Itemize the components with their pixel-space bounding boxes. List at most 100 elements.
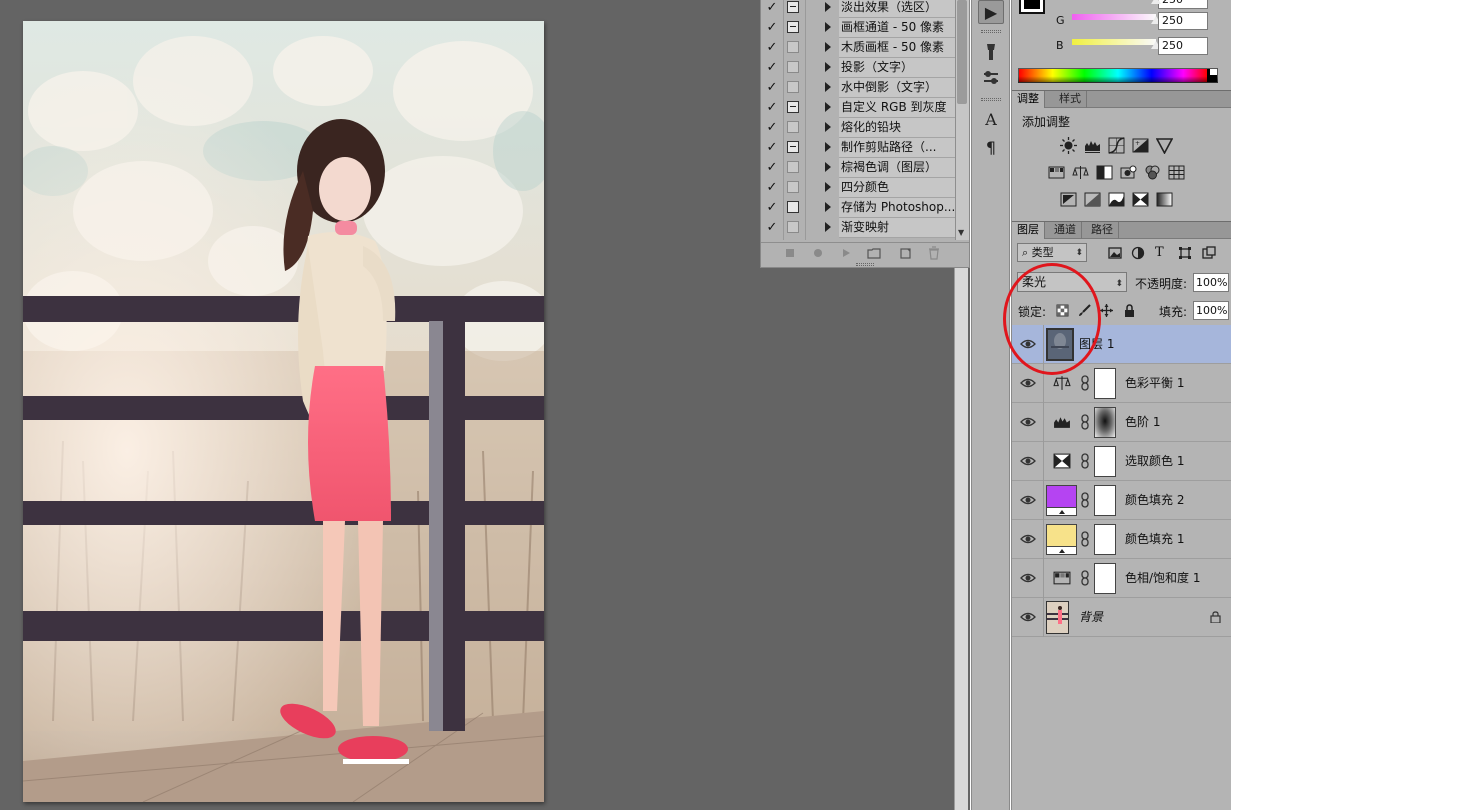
action-dialog-toggle[interactable] [787, 141, 799, 153]
mask-link-chain-icon[interactable] [1081, 492, 1089, 508]
expand-triangle-icon[interactable] [825, 82, 831, 92]
expand-triangle-icon[interactable] [825, 2, 831, 12]
action-dialog-toggle[interactable] [787, 181, 799, 193]
lock-all-icon[interactable] [1123, 304, 1136, 317]
tab-channels[interactable]: 通道 [1049, 222, 1082, 239]
curves-icon[interactable] [1108, 137, 1125, 154]
mask-link-chain-icon[interactable] [1081, 414, 1089, 430]
layer-mask-thumbnail[interactable] [1094, 446, 1116, 477]
expand-triangle-icon[interactable] [825, 202, 831, 212]
visibility-eye-icon[interactable] [1020, 609, 1036, 625]
layer-kind-filter-select[interactable]: ⌕ 类型 ⬍ [1017, 243, 1087, 262]
photo-filter-icon[interactable] [1120, 164, 1137, 181]
visibility-eye-icon[interactable] [1020, 453, 1036, 469]
visibility-eye-icon[interactable] [1020, 414, 1036, 430]
action-row[interactable]: ✓ 画框通道 - 50 像素 [761, 18, 955, 38]
layer-row-levels[interactable]: 色阶 1 [1012, 403, 1231, 442]
workspace-scrollbar[interactable] [954, 265, 968, 810]
mask-link-chain-icon[interactable] [1081, 453, 1089, 469]
lock-transparent-pixels-icon[interactable] [1056, 304, 1069, 317]
character-panel-icon[interactable]: A [978, 108, 1004, 132]
new-set-folder-icon[interactable] [867, 246, 881, 260]
paragraph-panel-icon[interactable]: ¶ [978, 136, 1004, 160]
layer-row-selective-color[interactable]: 选取颜色 1 [1012, 442, 1231, 481]
b-value-field[interactable]: 250 [1158, 37, 1208, 55]
action-dialog-toggle[interactable] [787, 201, 799, 213]
layer-mask-thumbnail[interactable] [1094, 524, 1116, 555]
action-row[interactable]: ✓ 制作剪贴路径（... [761, 138, 955, 158]
foreground-background-swatch[interactable] [1019, 0, 1045, 14]
shape-layer-filter-icon[interactable] [1178, 246, 1192, 260]
fill-color-thumbnail[interactable] [1046, 485, 1077, 516]
adjustment-layer-filter-icon[interactable] [1131, 246, 1145, 260]
lock-image-pixels-brush-icon[interactable] [1078, 304, 1091, 317]
action-row[interactable]: ✓ 熔化的铅块 [761, 118, 955, 138]
action-row[interactable]: ✓ 淡出效果（选区） [761, 0, 955, 18]
type-layer-filter-icon[interactable]: T [1155, 246, 1169, 260]
action-dialog-toggle[interactable] [787, 81, 799, 93]
brush-preset-icon[interactable] [978, 40, 1004, 64]
action-dialog-toggle[interactable] [787, 21, 799, 33]
action-enabled-check-icon[interactable]: ✓ [765, 60, 779, 76]
action-enabled-check-icon[interactable]: ✓ [765, 20, 779, 36]
tab-styles[interactable]: 样式 [1054, 91, 1087, 108]
tab-paths[interactable]: 路径 [1086, 222, 1119, 239]
layer-row-color-fill-2[interactable]: 颜色填充 2 [1012, 481, 1231, 520]
visibility-eye-icon[interactable] [1020, 375, 1036, 391]
actions-scrollbar-thumb[interactable] [957, 0, 967, 104]
action-row[interactable]: ✓ 棕褐色调（图层） [761, 158, 955, 178]
actions-panel-play-icon[interactable]: ▶ [978, 0, 1004, 24]
g-slider-track[interactable] [1072, 14, 1156, 20]
action-enabled-check-icon[interactable]: ✓ [765, 180, 779, 196]
expand-triangle-icon[interactable] [825, 142, 831, 152]
expand-triangle-icon[interactable] [825, 62, 831, 72]
scroll-down-arrow-icon[interactable]: ▼ [958, 228, 964, 237]
r-slider-knob[interactable] [1151, 0, 1161, 4]
channel-mixer-icon[interactable] [1144, 164, 1161, 181]
r-value-field[interactable]: 250 [1158, 0, 1208, 9]
action-row[interactable]: ✓ 四分颜色 [761, 178, 955, 198]
tab-adjustments[interactable]: 调整 [1012, 91, 1045, 108]
action-enabled-check-icon[interactable]: ✓ [765, 220, 779, 236]
action-row[interactable]: ✓ 木质画框 - 50 像素 [761, 38, 955, 58]
black-white-icon[interactable] [1096, 164, 1113, 181]
exposure-icon[interactable]: + [1132, 137, 1149, 154]
expand-triangle-icon[interactable] [825, 102, 831, 112]
document-canvas[interactable] [23, 21, 544, 802]
expand-triangle-icon[interactable] [825, 182, 831, 192]
expand-triangle-icon[interactable] [825, 42, 831, 52]
selective-color-icon[interactable] [1132, 191, 1149, 208]
panel-resize-grip[interactable] [856, 263, 874, 266]
visibility-eye-icon[interactable] [1020, 336, 1036, 352]
fill-field[interactable]: 100% [1193, 301, 1229, 320]
layer-row-layer-1[interactable]: 图层 1 [1012, 325, 1231, 364]
action-enabled-check-icon[interactable]: ✓ [765, 120, 779, 136]
play-icon[interactable] [839, 246, 853, 260]
opacity-field[interactable]: 100% [1193, 273, 1229, 292]
action-dialog-toggle[interactable] [787, 121, 799, 133]
gradient-map-icon[interactable] [1156, 191, 1173, 208]
expand-triangle-icon[interactable] [825, 122, 831, 132]
expand-triangle-icon[interactable] [825, 22, 831, 32]
mask-link-chain-icon[interactable] [1081, 570, 1089, 586]
threshold-icon[interactable] [1108, 191, 1125, 208]
layer-row-color-fill-1[interactable]: 颜色填充 1 [1012, 520, 1231, 559]
action-enabled-check-icon[interactable]: ✓ [765, 160, 779, 176]
levels-icon[interactable] [1084, 137, 1101, 154]
record-icon[interactable] [811, 246, 825, 260]
tool-presets-icon[interactable] [978, 66, 1004, 90]
action-row[interactable]: ✓ 渐变映射 [761, 218, 955, 238]
layer-row-color-balance[interactable]: 色彩平衡 1 [1012, 364, 1231, 403]
mask-link-chain-icon[interactable] [1081, 375, 1089, 391]
lock-position-move-icon[interactable] [1100, 304, 1113, 317]
layer-row-hue-saturation[interactable]: 色相/饱和度 1 [1012, 559, 1231, 598]
pixel-layer-filter-icon[interactable] [1108, 246, 1122, 260]
posterize-icon[interactable] [1084, 191, 1101, 208]
action-enabled-check-icon[interactable]: ✓ [765, 80, 779, 96]
action-dialog-toggle[interactable] [787, 61, 799, 73]
color-balance-icon[interactable] [1072, 164, 1089, 181]
visibility-eye-icon[interactable] [1020, 570, 1036, 586]
invert-icon[interactable] [1060, 191, 1077, 208]
blend-mode-select[interactable]: 柔光 ⬍ [1017, 272, 1127, 292]
action-enabled-check-icon[interactable]: ✓ [765, 200, 779, 216]
